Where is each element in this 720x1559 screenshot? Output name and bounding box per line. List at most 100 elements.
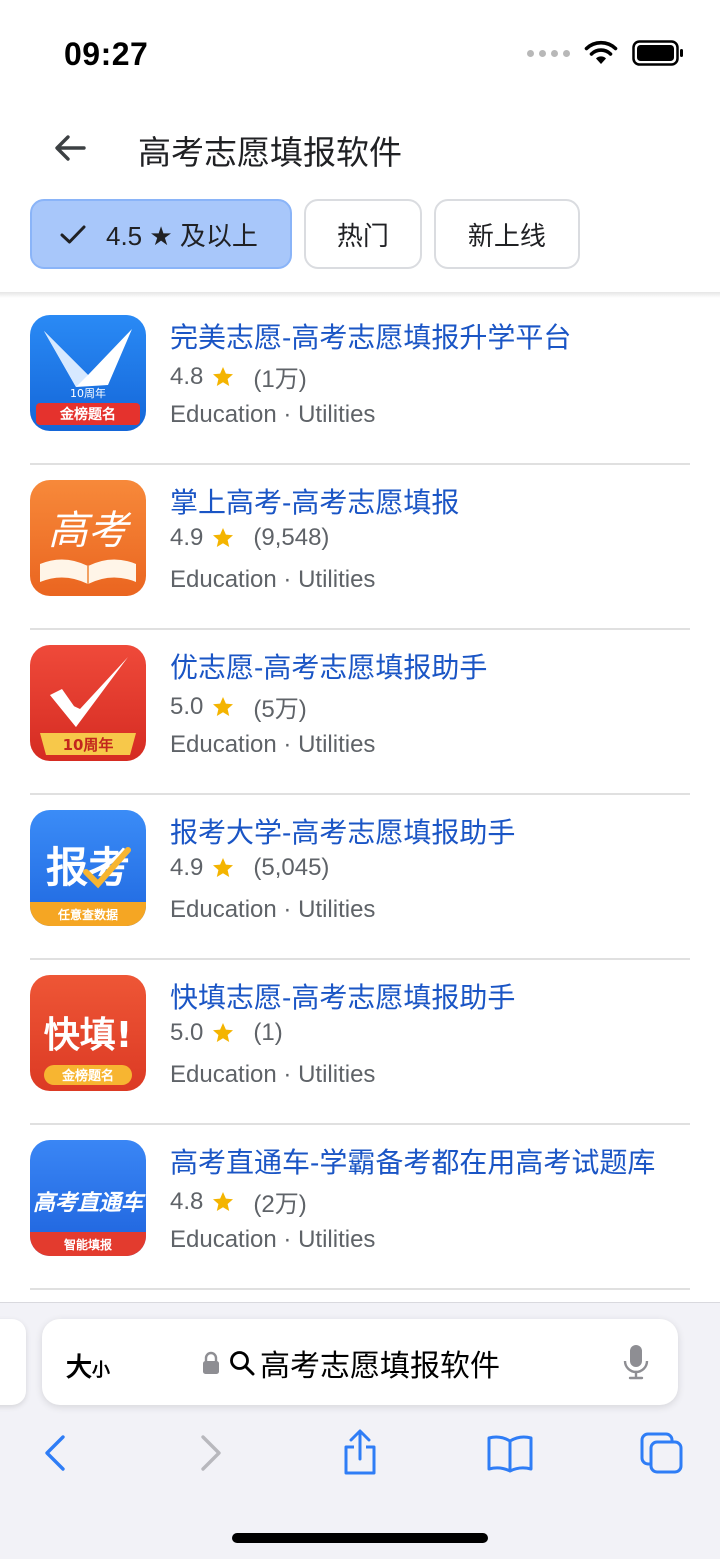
app-category: Education · Utilities xyxy=(170,1061,376,1088)
search-header: 高考志愿填报软件 xyxy=(0,110,720,190)
filter-chip-new[interactable]: 新上线 xyxy=(433,199,580,269)
app-name-link[interactable]: 完美志愿-高考志愿填报升学平台 xyxy=(170,316,720,356)
lock-icon xyxy=(203,1351,219,1374)
app-list: 10周年 金榜题名 完美志愿-高考志愿填报升学平台 4.8 (1万) Educa… xyxy=(0,300,720,1290)
filter-chip-label: 4.5 ★ 及以上 xyxy=(106,220,258,251)
icon-badge-text: 金榜题名 xyxy=(61,1068,114,1084)
text-size-big: 大 xyxy=(66,1352,93,1382)
icon-text: 高考 xyxy=(48,508,132,554)
chevron-right-icon xyxy=(201,1435,221,1471)
app-category: Education · Utilities xyxy=(170,401,376,428)
app-rating: 4.9 (5,045) xyxy=(170,854,329,882)
app-list-item[interactable]: 10周年 优志愿-高考志愿填报助手 5.0 (5万) Education · U… xyxy=(0,630,720,795)
filter-chip-rating[interactable]: 4.5 ★ 及以上 xyxy=(30,199,292,269)
icon-text: 10周年 xyxy=(63,736,114,754)
star-icon xyxy=(213,696,234,716)
star-icon xyxy=(213,1191,234,1211)
check-icon xyxy=(60,225,86,244)
status-icons xyxy=(527,40,684,66)
status-bar: 09:27 xyxy=(0,0,720,100)
star-icon xyxy=(213,528,234,547)
microphone-icon[interactable] xyxy=(622,1343,650,1381)
review-count: (9,548) xyxy=(253,524,330,551)
cellular-signal-icon xyxy=(527,49,570,57)
icon-text: 高考直通车 xyxy=(33,1190,146,1216)
app-icon-zhitongche[interactable]: 高考直通车 智能填报 xyxy=(30,1140,146,1256)
status-time: 09:27 xyxy=(64,36,149,72)
review-count: (5万) xyxy=(253,696,307,723)
previous-tab-peek[interactable] xyxy=(0,1319,26,1405)
app-icon-zhangshang[interactable]: 高考 xyxy=(30,480,146,596)
text-size-small: 小 xyxy=(92,1360,111,1380)
rating-value: 5.0 xyxy=(170,692,204,720)
app-rating: 5.0 (5万) xyxy=(170,689,307,724)
star-icon xyxy=(213,366,234,386)
app-icon-wanmei[interactable]: 10周年 金榜题名 xyxy=(30,315,146,431)
browser-forward-button[interactable] xyxy=(180,1423,240,1483)
home-indicator[interactable] xyxy=(232,1533,488,1543)
filter-chip-label: 新上线 xyxy=(467,220,546,251)
review-count: (1) xyxy=(253,1019,283,1046)
app-rating: 4.8 (1万) xyxy=(170,359,307,394)
icon-badge-text: 任意查数据 xyxy=(57,907,118,922)
app-category: Education · Utilities xyxy=(170,1226,376,1253)
search-icon xyxy=(230,1351,255,1376)
browser-bottom-bar: 大小 高考志愿填报软件 xyxy=(0,1302,720,1559)
share-icon xyxy=(344,1429,376,1475)
icon-text: 10周年 xyxy=(70,386,106,400)
app-name-link[interactable]: 优志愿-高考志愿填报助手 xyxy=(170,646,720,686)
app-name-link[interactable]: 报考大学-高考志愿填报助手 xyxy=(170,811,720,851)
app-icon-baokao[interactable]: 报考 任意查数据 xyxy=(30,810,146,926)
page-title: 高考志愿填报软件 xyxy=(138,134,402,171)
tabs-button[interactable] xyxy=(632,1423,692,1483)
browser-back-button[interactable] xyxy=(26,1423,86,1483)
bookmarks-button[interactable] xyxy=(480,1423,540,1483)
rating-value: 4.9 xyxy=(170,524,204,551)
rating-value: 5.0 xyxy=(170,1019,204,1046)
share-button[interactable] xyxy=(330,1423,390,1483)
app-list-item[interactable]: 高考 掌上高考-高考志愿填报 4.9 (9,548) Education · U… xyxy=(0,465,720,630)
address-center[interactable]: 高考志愿填报软件 xyxy=(200,1341,500,1385)
review-count: (5,045) xyxy=(253,854,330,881)
address-text: 高考志愿填报软件 xyxy=(260,1350,500,1383)
address-bar[interactable]: 大小 高考志愿填报软件 xyxy=(42,1319,678,1405)
app-category: Education · Utilities xyxy=(170,566,376,593)
review-count: (1万) xyxy=(253,366,307,393)
back-arrow-icon[interactable] xyxy=(48,126,92,170)
app-list-item[interactable]: 报考 任意查数据 报考大学-高考志愿填报助手 4.9 (5,045) Educa… xyxy=(0,795,720,960)
filter-chip-popular[interactable]: 热门 xyxy=(303,199,422,269)
rating-value: 4.9 xyxy=(170,854,204,881)
app-icon-youzhiyuan[interactable]: 10周年 xyxy=(30,645,146,761)
app-rating: 5.0 (1) xyxy=(170,1019,283,1047)
app-name-link[interactable]: 快填志愿-高考志愿填报助手 xyxy=(170,976,720,1016)
browser-toolbar xyxy=(0,1423,720,1493)
app-list-item[interactable]: 快填! 金榜题名 快填志愿-高考志愿填报助手 5.0 (1) Education… xyxy=(0,960,720,1125)
icon-badge-text: 金榜题名 xyxy=(59,406,116,423)
app-rating: 4.9 (9,548) xyxy=(170,524,329,552)
app-category: Education · Utilities xyxy=(170,731,376,758)
app-rating: 4.8 (2万) xyxy=(170,1184,307,1219)
review-count: (2万) xyxy=(253,1191,307,1218)
app-name-link[interactable]: 掌上高考-高考志愿填报 xyxy=(170,481,720,521)
text-size-button[interactable]: 大小 xyxy=(66,1347,110,1384)
filter-chip-label: 热门 xyxy=(336,220,389,251)
divider xyxy=(0,292,720,298)
rating-value: 4.8 xyxy=(170,1187,204,1215)
app-category: Education · Utilities xyxy=(170,896,376,923)
chevron-left-icon xyxy=(45,1435,65,1471)
icon-text: 报考 xyxy=(46,843,130,892)
tabs-icon xyxy=(640,1432,683,1474)
app-name-link[interactable]: 高考直通车-学霸备考都在用高考试题库 xyxy=(170,1141,720,1181)
icon-text: 快填! xyxy=(44,1015,132,1056)
app-list-item[interactable]: 10周年 金榜题名 完美志愿-高考志愿填报升学平台 4.8 (1万) Educa… xyxy=(0,300,720,465)
app-list-item[interactable]: 高考直通车 智能填报 高考直通车-学霸备考都在用高考试题库 4.8 (2万) E… xyxy=(0,1125,720,1290)
wifi-icon xyxy=(584,40,618,64)
star-icon xyxy=(213,858,234,877)
star-icon xyxy=(213,1023,234,1042)
battery-icon xyxy=(632,40,683,66)
book-icon xyxy=(487,1435,533,1473)
app-icon-kuaitian[interactable]: 快填! 金榜题名 xyxy=(30,975,146,1091)
rating-value: 4.8 xyxy=(170,362,204,390)
icon-badge-text: 智能填报 xyxy=(63,1237,112,1252)
filter-chips: 4.5 ★ 及以上 热门 新上线 xyxy=(30,199,580,269)
